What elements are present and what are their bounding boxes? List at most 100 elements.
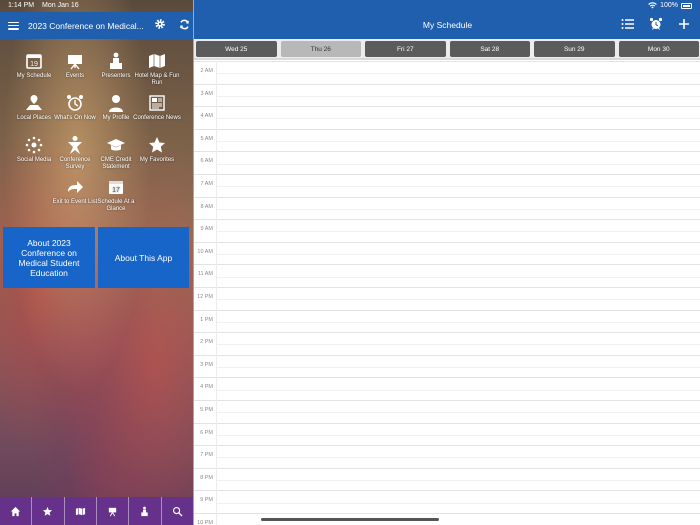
half-hour-line	[216, 231, 700, 233]
presenter-icon[interactable]	[129, 497, 162, 525]
conference-title: 2023 Conference on Medical...	[28, 20, 144, 31]
search-icon[interactable]	[162, 497, 193, 525]
hour-label: 9 AM	[200, 226, 213, 233]
home-icon[interactable]	[0, 497, 33, 525]
day-tab-wed[interactable]: Wed 25	[196, 41, 277, 57]
tile-label: My Profile	[102, 115, 130, 121]
hour-row[interactable]: 6 AM	[194, 151, 700, 174]
hour-label: 5 AM	[200, 135, 213, 142]
hour-row[interactable]: 10 AM	[194, 241, 700, 265]
tile-schedule-at-a-glance[interactable]: 17 Schedule At a Glance	[92, 177, 140, 213]
tile-conference-news[interactable]: Conference News	[133, 93, 181, 122]
list-view-icon[interactable]	[621, 17, 635, 36]
tile-label: Presenters	[101, 73, 131, 79]
hour-label: 2 PM	[200, 339, 213, 346]
hour-row[interactable]: 11 AM	[194, 264, 700, 287]
tile-hotel-map[interactable]: Hotel Map & Fun Run	[133, 51, 181, 87]
day-tab-mon[interactable]: Mon 30	[618, 41, 699, 57]
battery-percent: 100%	[660, 2, 678, 9]
half-hour-line	[216, 186, 700, 188]
half-hour-line	[216, 434, 700, 436]
settings-gear-icon[interactable]	[154, 18, 166, 33]
hour-row[interactable]: 3 AM	[194, 83, 700, 107]
about-conference-button[interactable]: About 2023 Conference on Medical Student…	[3, 227, 95, 288]
hour-label: 6 PM	[200, 429, 213, 436]
tile-label: CME Credit Statement	[100, 157, 132, 170]
half-hour-line	[216, 163, 700, 165]
hour-row[interactable]: 2 AM	[194, 61, 700, 84]
bottom-nav-bar	[0, 497, 193, 525]
day-tab-sun[interactable]: Sun 29	[534, 41, 615, 57]
map-icon[interactable]	[65, 497, 97, 525]
hour-row[interactable]: 4 AM	[194, 106, 700, 129]
hour-label: 7 AM	[200, 181, 213, 187]
hour-label: 9 PM	[200, 497, 213, 504]
hour-label: 3 PM	[200, 361, 213, 368]
hour-row[interactable]: 12 PM	[194, 287, 700, 310]
hour-row[interactable]: 2 PM	[194, 332, 700, 355]
hour-row[interactable]: 7 PM	[194, 445, 700, 468]
calendar-17-icon: 17	[92, 177, 140, 197]
tile-label: What's On Now	[54, 115, 96, 121]
about-app-button[interactable]: About This App	[98, 227, 189, 288]
half-hour-line	[216, 208, 700, 210]
half-hour-line	[216, 73, 700, 75]
wifi-icon	[648, 2, 657, 9]
hour-label: 10 PM	[197, 520, 213, 525]
day-selector: Wed 25 Thu 26 Fri 27 Sat 28 Sun 29 Mon 3…	[194, 39, 700, 60]
day-timeline[interactable]: 2 AM 3 AM 4 AM 5 AM 6 AM 7 AM 8 AM 9 AM 10 AM 11 …	[194, 61, 700, 525]
hour-row[interactable]: 8 PM	[194, 467, 700, 491]
add-icon[interactable]	[677, 17, 691, 36]
tile-label: Local Places	[16, 115, 52, 121]
tile-label: Hotel Map & Fun Run	[134, 73, 180, 86]
newspaper-icon	[133, 93, 181, 113]
day-tab-fri[interactable]: Fri 27	[365, 41, 446, 57]
hour-label: 2 AM	[200, 68, 213, 74]
hour-row[interactable]: 3 PM	[194, 354, 700, 378]
status-date: Mon Jan 16	[42, 2, 79, 9]
tile-label: Social Media	[16, 157, 52, 163]
half-hour-line	[216, 95, 700, 97]
svg-text:17: 17	[112, 187, 120, 194]
status-bar: 1:14 PM Mon Jan 16 100%	[0, 0, 700, 12]
hamburger-menu-icon[interactable]	[8, 21, 19, 30]
half-hour-line	[216, 457, 700, 459]
half-hour-line	[216, 367, 700, 369]
half-hour-line	[216, 276, 700, 278]
timeline-divider	[216, 61, 217, 525]
hour-row[interactable]: 8 AM	[194, 196, 700, 220]
half-hour-line	[216, 389, 700, 391]
day-tab-sat[interactable]: Sat 28	[449, 41, 530, 57]
hour-row[interactable]: 4 PM	[194, 377, 700, 400]
alarm-clock-icon[interactable]	[649, 17, 663, 36]
hour-row[interactable]: 9 PM	[194, 490, 700, 513]
day-tab-thu[interactable]: Thu 26	[280, 41, 361, 57]
half-hour-line	[216, 254, 700, 256]
hour-label: 6 AM	[200, 158, 213, 165]
hour-label: 10 AM	[197, 248, 213, 255]
easel-icon[interactable]	[97, 497, 130, 525]
tile-label: Schedule At a Glance	[97, 199, 135, 212]
hour-row[interactable]: 1 PM	[194, 309, 700, 333]
star-icon	[133, 135, 181, 155]
hour-row[interactable]: 9 AM	[194, 219, 700, 242]
hour-label: 4 PM	[200, 384, 213, 391]
tile-label: Conference Survey	[59, 157, 91, 170]
half-hour-line	[216, 480, 700, 482]
tile-label: Conference News	[133, 115, 181, 121]
star-icon[interactable]	[32, 497, 65, 525]
half-hour-line	[216, 299, 700, 301]
tile-my-favorites[interactable]: My Favorites	[133, 135, 181, 164]
hour-label: 7 PM	[200, 452, 213, 459]
half-hour-line	[216, 344, 700, 346]
home-indicator	[261, 518, 439, 521]
svg-text:19: 19	[30, 61, 38, 68]
refresh-icon[interactable]	[179, 19, 190, 33]
hour-row[interactable]: 5 PM	[194, 400, 700, 423]
hour-row[interactable]: 6 PM	[194, 422, 700, 446]
hour-row[interactable]: 5 AM	[194, 128, 700, 152]
half-hour-line	[216, 502, 700, 504]
hour-row[interactable]: 7 AM	[194, 174, 700, 197]
side-menu: 2023 Conference on Medical... 19 My Sche…	[0, 0, 193, 525]
hour-label: 5 PM	[200, 407, 213, 413]
